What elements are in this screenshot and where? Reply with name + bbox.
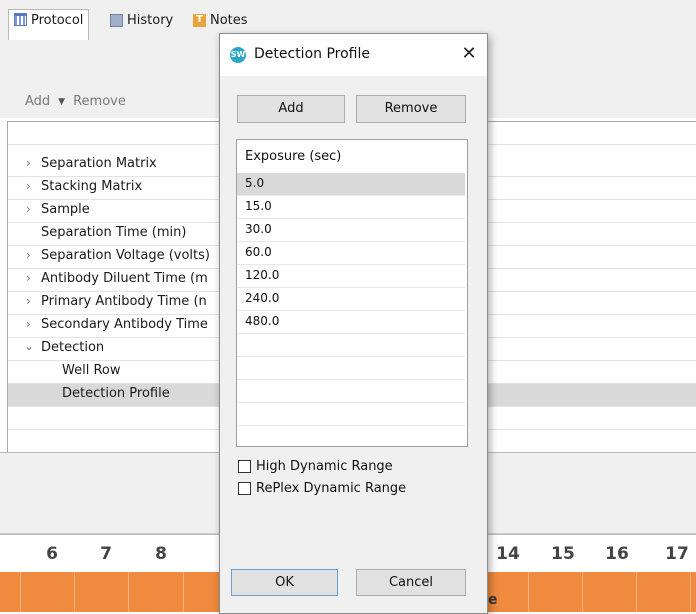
exposure-row-empty bbox=[237, 357, 465, 380]
exposure-value: 240.0 bbox=[245, 291, 280, 305]
tab-label: History bbox=[127, 12, 174, 28]
tree-item-label: Detection bbox=[41, 340, 105, 355]
well-divider bbox=[20, 572, 21, 612]
tab-protocol[interactable]: Protocol bbox=[8, 9, 90, 40]
tree-item-label: Separation Matrix bbox=[41, 156, 157, 171]
well-divider bbox=[690, 572, 691, 612]
exposure-row[interactable]: 15.0 bbox=[237, 196, 465, 219]
add-button[interactable]: Add bbox=[25, 94, 50, 109]
dialog-title-bar: SW Detection Profile ✕ bbox=[220, 34, 487, 76]
well-divider bbox=[74, 572, 75, 612]
chevron-down-icon[interactable]: ▼ bbox=[58, 97, 65, 107]
checkbox-box[interactable] bbox=[238, 460, 251, 473]
tree-item-label: Well Row bbox=[62, 363, 121, 378]
column-number: 15 bbox=[551, 544, 575, 564]
dialog-title: Detection Profile bbox=[254, 46, 370, 62]
checkbox-label: High Dynamic Range bbox=[256, 459, 393, 474]
tree-item-label: Secondary Antibody Time bbox=[41, 317, 208, 332]
notes-icon: T bbox=[193, 13, 206, 27]
history-icon bbox=[110, 13, 123, 27]
tree-item-label: Antibody Diluent Time (m bbox=[41, 271, 208, 286]
chevron-right-icon[interactable]: › bbox=[26, 179, 31, 193]
well-divider bbox=[128, 572, 129, 612]
tree-item-label: Separation Time (min) bbox=[41, 225, 187, 240]
remove-exposure-button[interactable]: Remove bbox=[356, 95, 466, 123]
column-number: 7 bbox=[100, 544, 112, 564]
exposure-row-empty bbox=[237, 403, 465, 426]
ok-button[interactable]: OK bbox=[231, 569, 338, 596]
well-divider bbox=[528, 572, 529, 612]
grid-icon bbox=[14, 13, 27, 26]
column-number: 14 bbox=[496, 544, 520, 564]
exposure-column-header: Exposure (sec) bbox=[245, 149, 342, 164]
app-logo-icon: SW bbox=[230, 47, 246, 63]
chevron-right-icon[interactable]: › bbox=[26, 317, 31, 331]
exposure-value: 480.0 bbox=[245, 314, 280, 328]
exposure-value: 15.0 bbox=[245, 199, 272, 213]
high-dynamic-range-checkbox[interactable]: High Dynamic Range bbox=[238, 459, 393, 474]
detection-profile-dialog: SW Detection Profile ✕ Add Remove Exposu… bbox=[219, 33, 488, 614]
well-divider bbox=[183, 572, 184, 612]
well-divider bbox=[582, 572, 583, 612]
exposure-row[interactable]: 240.0 bbox=[237, 288, 465, 311]
tab-label: Notes bbox=[210, 12, 248, 28]
column-number: 6 bbox=[46, 544, 58, 564]
chevron-right-icon[interactable]: › bbox=[26, 202, 31, 216]
checkbox-label: RePlex Dynamic Range bbox=[256, 481, 407, 496]
cancel-button[interactable]: Cancel bbox=[356, 569, 466, 596]
tab-notes[interactable]: T Notes bbox=[193, 9, 248, 31]
chevron-right-icon[interactable]: › bbox=[26, 248, 31, 262]
remove-button[interactable]: Remove bbox=[73, 94, 126, 109]
close-icon[interactable]: ✕ bbox=[458, 42, 480, 66]
column-number: 8 bbox=[155, 544, 167, 564]
tab-label: Protocol bbox=[31, 13, 84, 28]
exposure-value: 30.0 bbox=[245, 222, 272, 236]
chevron-right-icon[interactable]: › bbox=[26, 294, 31, 308]
exposure-row-empty bbox=[237, 380, 465, 403]
chevron-right-icon[interactable]: › bbox=[26, 156, 31, 170]
checkbox-box[interactable] bbox=[238, 482, 251, 495]
tree-item-label: Sample bbox=[41, 202, 90, 217]
replex-dynamic-range-checkbox[interactable]: RePlex Dynamic Range bbox=[238, 481, 406, 496]
exposure-row-empty bbox=[237, 334, 465, 357]
add-exposure-button[interactable]: Add bbox=[237, 95, 345, 123]
bottom-label-fragment: e bbox=[488, 592, 498, 608]
exposure-list[interactable]: Exposure (sec) 5.0 15.0 30.0 60.0 120.0 … bbox=[236, 139, 468, 447]
tree-item-label: Separation Voltage (volts) bbox=[41, 248, 210, 263]
exposure-row[interactable]: 480.0 bbox=[237, 311, 465, 334]
exposure-value: 120.0 bbox=[245, 268, 280, 282]
well-divider bbox=[636, 572, 637, 612]
exposure-value: 5.0 bbox=[245, 176, 265, 190]
tab-history[interactable]: History bbox=[110, 9, 173, 31]
exposure-row[interactable]: 30.0 bbox=[237, 219, 465, 242]
exposure-row[interactable]: 60.0 bbox=[237, 242, 465, 265]
column-number: 16 bbox=[605, 544, 629, 564]
exposure-row[interactable]: 120.0 bbox=[237, 265, 465, 288]
tree-item-label: Stacking Matrix bbox=[41, 179, 143, 194]
chevron-down-icon[interactable]: ⌄ bbox=[24, 339, 34, 353]
exposure-row[interactable]: 5.0 bbox=[237, 173, 465, 196]
tree-item-label: Primary Antibody Time (n bbox=[41, 294, 207, 309]
exposure-value: 60.0 bbox=[245, 245, 272, 259]
chevron-right-icon[interactable]: › bbox=[26, 271, 31, 285]
column-number: 17 bbox=[665, 544, 689, 564]
protocol-toolbar: Add ▼ Remove bbox=[25, 94, 126, 109]
tree-item-label: Detection Profile bbox=[62, 386, 170, 401]
